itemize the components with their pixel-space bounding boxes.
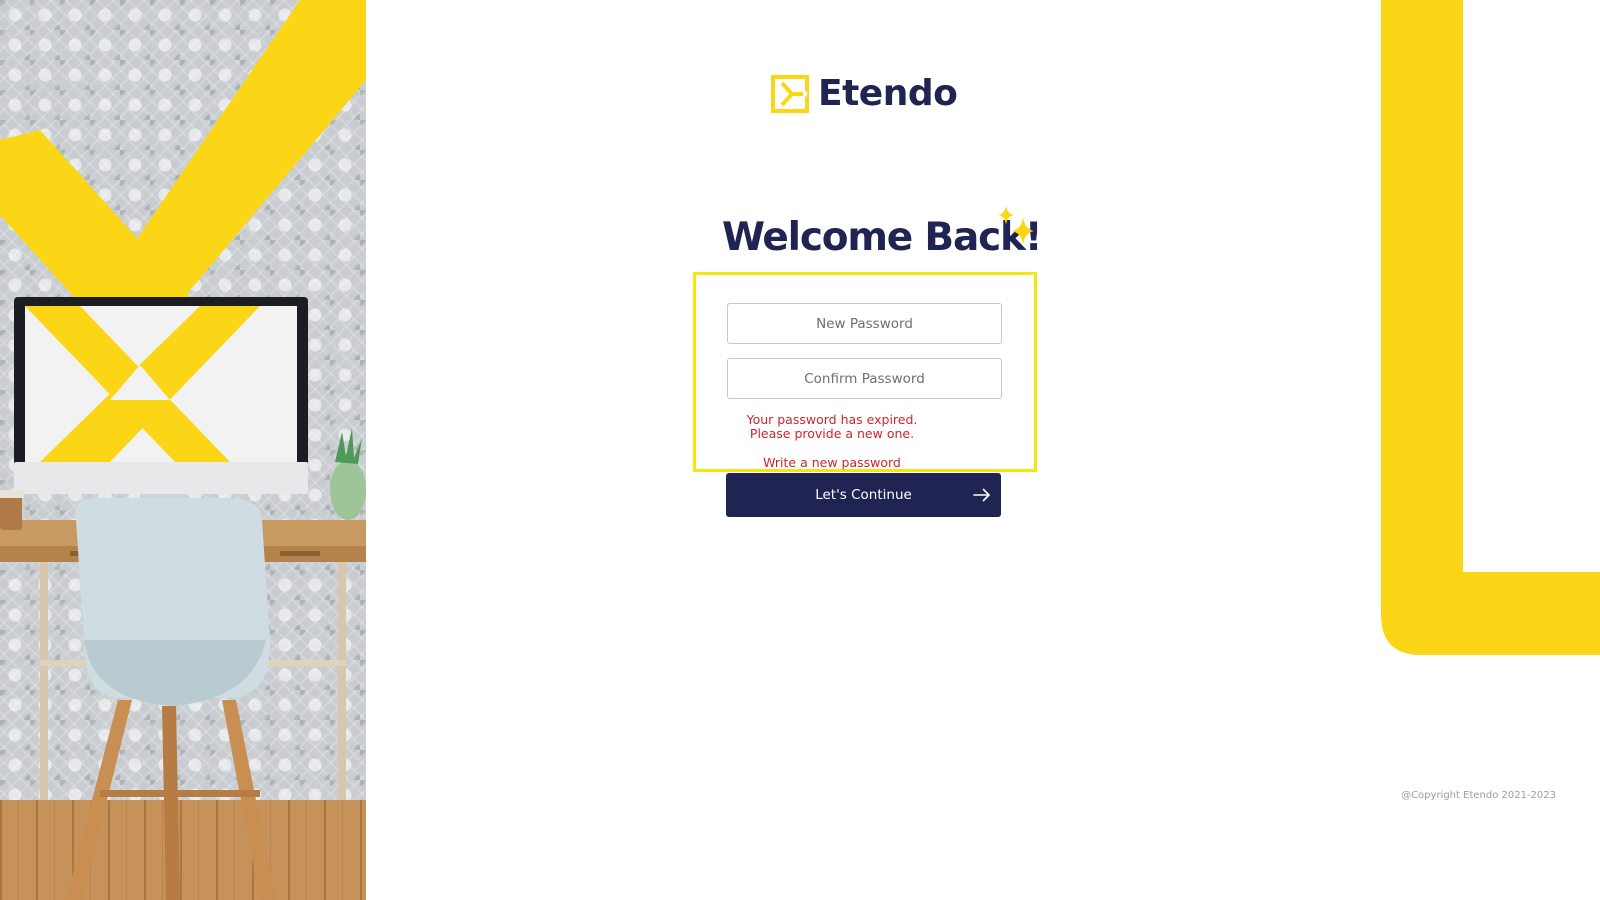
error-line: Your password has expired. bbox=[746, 412, 918, 427]
error-line: Please provide a new one. bbox=[749, 426, 915, 441]
continue-button[interactable]: Let's Continue bbox=[726, 473, 1001, 517]
arrow-right-icon bbox=[973, 488, 990, 502]
brand-logo: Etendo bbox=[770, 72, 958, 116]
brand-name: Etendo bbox=[818, 73, 958, 114]
sparkle-icon bbox=[998, 205, 1034, 245]
title-area: Welcome Back! bbox=[700, 205, 1043, 265]
workspace-photo bbox=[0, 0, 366, 900]
page-title: Welcome Back! bbox=[722, 215, 1043, 260]
decorative-l-shape bbox=[1381, 0, 1600, 655]
continue-button-label: Let's Continue bbox=[815, 487, 912, 503]
workspace-illustration bbox=[0, 0, 366, 900]
etendo-e-logo-icon bbox=[771, 75, 809, 113]
password-expired-error: Your password has expired. Please provid… bbox=[727, 413, 937, 441]
new-password-input[interactable] bbox=[727, 303, 1002, 344]
new-password-hint: Write a new password bbox=[763, 455, 901, 470]
confirm-password-input[interactable] bbox=[727, 358, 1002, 399]
copyright-text: @Copyright Etendo 2021-2023 bbox=[1401, 790, 1556, 801]
login-page: Etendo Welcome Back! Your password has e… bbox=[0, 0, 1600, 900]
